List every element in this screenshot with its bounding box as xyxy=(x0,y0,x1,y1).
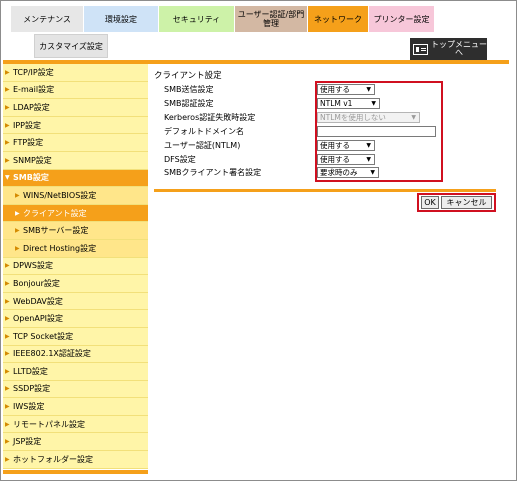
caret-down-icon: ▼ xyxy=(5,174,10,182)
sidebar-item-label: IEEE802.1X認証設定 xyxy=(13,349,91,359)
sidebar-item-label: Direct Hosting設定 xyxy=(23,243,97,253)
sidebar-item-2[interactable]: ▶ LDAP設定 xyxy=(3,99,148,117)
sub-tabs: カスタマイズ設定 xyxy=(34,34,108,58)
sidebar-item-label: SSDP設定 xyxy=(13,384,51,394)
settings-highlight-box xyxy=(315,81,443,182)
caret-right-icon: ▶ xyxy=(15,227,20,235)
sidebar-item-label: クライアント設定 xyxy=(23,208,87,218)
caret-right-icon: ▶ xyxy=(15,191,20,199)
sidebar-item-17[interactable]: ▶ LLTD設定 xyxy=(3,363,148,381)
caret-right-icon: ▶ xyxy=(5,385,10,393)
sidebar-item-label: リモートパネル設定 xyxy=(13,419,85,429)
sidebar-item-label: DPWS設定 xyxy=(13,261,53,271)
sidebar-item-3[interactable]: ▶ IPP設定 xyxy=(3,116,148,135)
caret-right-icon: ▶ xyxy=(5,121,10,129)
sidebar-item-label: Bonjour設定 xyxy=(13,278,60,288)
sidebar-item-14[interactable]: ▶ OpenAPI設定 xyxy=(3,310,148,328)
top-menu-button[interactable]: トップメニューへ xyxy=(410,38,487,60)
sidebar-item-16[interactable]: ▶ IEEE802.1X認証設定 xyxy=(3,345,148,364)
sidebar-item-label: TCP Socket設定 xyxy=(13,331,74,341)
caret-right-icon: ▶ xyxy=(5,420,10,428)
sidebar-item-label: IPP設定 xyxy=(13,120,42,130)
sidebar-bottom-rule xyxy=(3,470,148,474)
field-label: ユーザー認証(NTLM) xyxy=(164,140,241,150)
main-content: クライアント設定 xyxy=(154,68,499,81)
sidebar-item-9[interactable]: ▶ SMBサーバー設定 xyxy=(3,222,148,240)
tab-4[interactable]: ネットワーク xyxy=(308,6,369,32)
sidebar-item-4[interactable]: ▶ FTP設定 xyxy=(3,134,148,152)
sidebar-item-label: IWS設定 xyxy=(13,402,45,412)
top-menu-label: トップメニューへ xyxy=(431,40,487,57)
sidebar-item-label: LLTD設定 xyxy=(13,366,48,376)
sidebar-item-21[interactable]: ▶ JSP設定 xyxy=(3,433,148,452)
page-title: クライアント設定 xyxy=(154,71,222,81)
sidebar: ▶ TCP/IP設定 ▶ E-mail設定 ▶ LDAP設定 ▶ IPP設定 ▶ FTP設定 ▶ SN… xyxy=(3,64,148,469)
sidebar-item-11[interactable]: ▶ DPWS設定 xyxy=(3,257,148,276)
caret-right-icon: ▶ xyxy=(5,156,10,164)
caret-right-icon: ▶ xyxy=(5,68,10,76)
cancel-button[interactable]: キャンセル xyxy=(441,196,492,209)
sidebar-item-19[interactable]: ▶ IWS設定 xyxy=(3,398,148,416)
field-label: SMBクライアント署名設定 xyxy=(164,168,262,178)
sidebar-item-18[interactable]: ▶ SSDP設定 xyxy=(3,380,148,399)
tab-5[interactable]: プリンター設定 xyxy=(369,6,435,32)
caret-right-icon: ▶ xyxy=(5,86,10,94)
caret-right-icon: ▶ xyxy=(15,244,20,252)
sidebar-item-13[interactable]: ▶ WebDAV設定 xyxy=(3,292,148,311)
sidebar-item-label: SMBサーバー設定 xyxy=(23,226,89,236)
caret-right-icon: ▶ xyxy=(5,103,10,111)
caret-right-icon: ▶ xyxy=(5,367,10,375)
top-menu-icon xyxy=(413,43,428,55)
sidebar-item-20[interactable]: ▶ リモートパネル設定 xyxy=(3,415,148,434)
caret-right-icon: ▶ xyxy=(5,350,10,358)
sidebar-item-label: ホットフォルダー設定 xyxy=(13,454,93,464)
main-tabs: メンテナンス 環境設定 セキュリティ ユーザー認証/部門管理 ネットワーク プリンター設定 xyxy=(11,6,435,32)
caret-right-icon: ▶ xyxy=(5,297,10,305)
sidebar-item-label: SMB設定 xyxy=(13,173,49,183)
tab-customize[interactable]: カスタマイズ設定 xyxy=(34,34,108,58)
sidebar-item-label: E-mail設定 xyxy=(13,85,55,95)
caret-right-icon: ▶ xyxy=(5,332,10,340)
field-label: SMB認証設定 xyxy=(164,98,214,108)
sidebar-item-22[interactable]: ▶ ホットフォルダー設定 xyxy=(3,451,148,469)
ok-button[interactable]: OK xyxy=(421,196,439,209)
tab-2[interactable]: セキュリティ xyxy=(159,6,235,32)
sidebar-item-12[interactable]: ▶ Bonjour設定 xyxy=(3,275,148,293)
sidebar-item-0[interactable]: ▶ TCP/IP設定 xyxy=(3,64,148,82)
field-label: デフォルトドメイン名 xyxy=(164,126,244,136)
sidebar-item-label: WebDAV設定 xyxy=(13,296,63,306)
field-label: DFS設定 xyxy=(164,154,196,164)
form-divider xyxy=(154,189,496,192)
caret-right-icon: ▶ xyxy=(5,262,10,270)
sidebar-item-label: JSP設定 xyxy=(13,437,42,447)
field-label: SMB送信設定 xyxy=(164,85,214,94)
sidebar-item-label: FTP設定 xyxy=(13,138,44,148)
sidebar-item-6[interactable]: ▼ SMB設定 xyxy=(3,169,148,188)
tab-1[interactable]: 環境設定 xyxy=(84,6,159,32)
caret-right-icon: ▶ xyxy=(5,279,10,287)
caret-right-icon: ▶ xyxy=(5,315,10,323)
sidebar-item-10[interactable]: ▶ Direct Hosting設定 xyxy=(3,239,148,258)
caret-right-icon: ▶ xyxy=(5,139,10,147)
sidebar-item-label: WINS/NetBIOS設定 xyxy=(23,190,97,200)
caret-right-icon: ▶ xyxy=(5,455,10,463)
sidebar-item-label: OpenAPI設定 xyxy=(13,314,64,324)
sidebar-item-1[interactable]: ▶ E-mail設定 xyxy=(3,81,148,100)
sidebar-item-7[interactable]: ▶ WINS/NetBIOS設定 xyxy=(3,187,148,205)
field-label: Kerberos認証失敗時設定 xyxy=(164,112,256,122)
sidebar-item-5[interactable]: ▶ SNMP設定 xyxy=(3,151,148,170)
caret-right-icon: ▶ xyxy=(15,209,20,217)
caret-right-icon: ▶ xyxy=(5,403,10,411)
sidebar-item-15[interactable]: ▶ TCP Socket設定 xyxy=(3,327,148,346)
sidebar-item-label: TCP/IP設定 xyxy=(13,67,54,77)
sidebar-item-label: SNMP設定 xyxy=(13,155,52,165)
sidebar-item-label: LDAP設定 xyxy=(13,102,50,112)
caret-right-icon: ▶ xyxy=(5,438,10,446)
tab-0[interactable]: メンテナンス xyxy=(11,6,84,32)
tab-3[interactable]: ユーザー認証/部門管理 xyxy=(235,6,308,32)
sidebar-item-8[interactable]: ▶ クライアント設定 xyxy=(3,204,148,223)
